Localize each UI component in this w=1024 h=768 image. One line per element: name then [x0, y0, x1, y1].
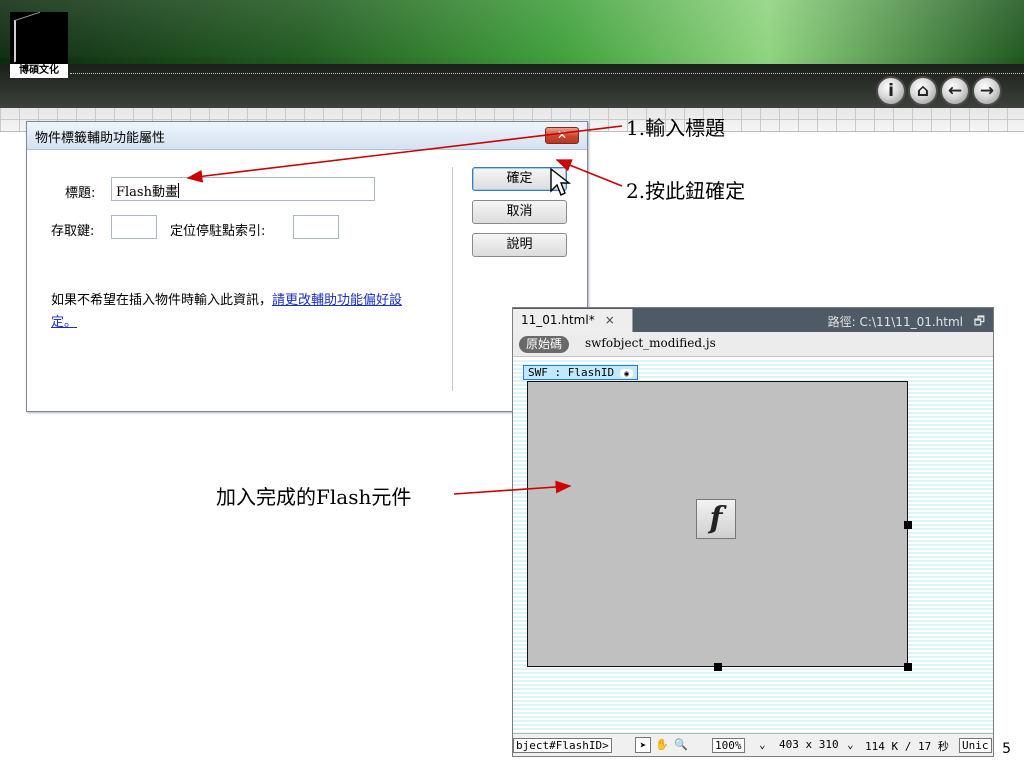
slide-banner: 博碩文化 i ⌂ ← →	[0, 0, 1024, 108]
title-field[interactable]: Flash動畫	[111, 177, 375, 201]
annotation-step2: 2.按此鈕確定	[626, 179, 746, 203]
tab-index-field[interactable]	[293, 215, 339, 239]
window-size-chevron-icon[interactable]: ⌄	[847, 738, 854, 751]
related-file-link[interactable]: swfobject_modified.js	[585, 336, 716, 350]
resize-handle-bottom[interactable]	[714, 663, 722, 671]
document-tabbar: 11_01.html* × 路徑: C:\11\11_01.html 🗗	[513, 308, 993, 332]
banner-dark-band	[0, 64, 1024, 108]
logo-spiral-icon	[14, 11, 40, 63]
dialog-separator	[452, 167, 453, 391]
dialog-title: 物件標籤輔助功能屬性	[35, 131, 166, 146]
hand-tool-icon[interactable]: ✋	[654, 737, 670, 753]
banner-gloss	[0, 0, 1024, 58]
download-size-time: 114 K / 17 秒	[865, 740, 949, 753]
cancel-button[interactable]: 取消	[472, 200, 567, 224]
chevron-down-icon[interactable]: ⌄	[759, 738, 766, 751]
dialog-note: 如果不希望在插入物件時輸入此資訊，請更改輔助功能偏好設定。	[51, 290, 421, 334]
back-arrow-icon[interactable]: ←	[940, 76, 970, 106]
info-icon[interactable]: i	[876, 76, 906, 106]
file-path: 路徑: C:\11\11_01.html	[827, 315, 963, 329]
tab-index-label: 定位停駐點索引:	[170, 224, 266, 239]
page-number: 5	[1002, 741, 1011, 757]
zoom-tool-icon[interactable]: 🔍	[673, 737, 689, 753]
annotation-step1: 1.輸入標題	[626, 116, 726, 140]
logo-text: 博碩文化	[10, 64, 68, 78]
text-caret	[177, 183, 179, 198]
dialog-titlebar: 物件標籤輔助功能屬性 ✕	[27, 122, 587, 150]
title-field-value: Flash動畫	[116, 185, 178, 200]
banner-dotted-line	[70, 73, 1024, 74]
restore-window-icon[interactable]: 🗗	[974, 312, 985, 333]
design-canvas[interactable]: SWF : FlashID ◉ f	[513, 358, 993, 735]
window-size-select[interactable]: 403 x 310	[779, 738, 839, 751]
swf-tag-label: SWF : FlashID	[528, 366, 615, 379]
related-files-bar: 原始碼 swfobject_modified.js	[513, 332, 993, 357]
annotation-result: 加入完成的Flash元件	[216, 485, 412, 509]
resize-handle-corner[interactable]	[904, 663, 912, 671]
swf-object-tag[interactable]: SWF : FlashID ◉	[523, 365, 639, 380]
resize-handle-right[interactable]	[904, 521, 912, 529]
flash-logo-icon: f	[696, 499, 736, 539]
flash-object-placeholder[interactable]: f	[527, 381, 912, 671]
tab-document-label: 11_01.html*	[521, 313, 595, 327]
encoding-indicator: Unic	[959, 738, 992, 753]
dreamweaver-document-window: 11_01.html* × 路徑: C:\11\11_01.html 🗗 原始碼 …	[512, 307, 994, 757]
select-tool-icon[interactable]: ➤	[635, 737, 651, 753]
help-button[interactable]: 說明	[472, 233, 567, 257]
note-text: 如果不希望在插入物件時輸入此資訊，	[51, 293, 273, 308]
access-key-label: 存取鍵:	[51, 224, 95, 239]
tab-document[interactable]: 11_01.html* ×	[513, 309, 633, 332]
mouse-pointer-icon	[550, 167, 572, 196]
tag-selector[interactable]: bject#FlashID>	[513, 738, 612, 753]
slide-nav-buttons: i ⌂ ← →	[876, 76, 1002, 106]
publisher-logo: 博碩文化	[10, 11, 68, 78]
forward-arrow-icon[interactable]: →	[972, 76, 1002, 106]
close-icon[interactable]: ✕	[545, 127, 579, 144]
title-field-label: 標題:	[65, 186, 96, 201]
tab-close-icon[interactable]: ×	[605, 313, 615, 327]
source-code-button[interactable]: 原始碼	[519, 336, 570, 353]
document-status-bar: bject#FlashID> ➤ ✋ 🔍 100% ⌄ 403 x 310 ⌄ …	[513, 733, 993, 756]
access-key-field[interactable]	[111, 215, 157, 239]
object-accessibility-dialog: 物件標籤輔助功能屬性 ✕ 標題: Flash動畫 存取鍵: 定位停駐點索引: 確…	[26, 121, 588, 412]
eye-icon[interactable]: ◉	[620, 369, 634, 378]
zoom-level-select[interactable]: 100%	[712, 738, 745, 753]
home-icon[interactable]: ⌂	[908, 76, 938, 106]
